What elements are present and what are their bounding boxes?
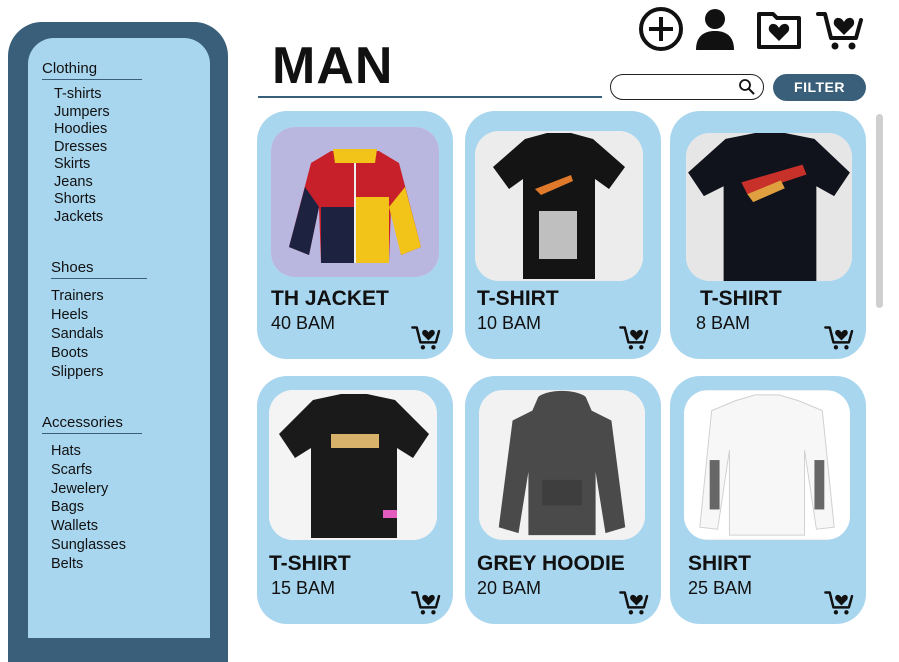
product-name: TH JACKET <box>271 287 389 310</box>
product-card[interactable]: GREY HOODIE 20 BAM <box>465 376 661 624</box>
product-name: SHIRT <box>688 552 751 575</box>
sidebar-item-boots[interactable]: Boots <box>51 344 104 363</box>
sidebar-item-bags[interactable]: Bags <box>51 498 126 517</box>
search-field[interactable] <box>610 74 764 100</box>
product-image-tshirt-liberty[interactable] <box>475 131 643 281</box>
favorites-folder-icon[interactable] <box>756 8 802 55</box>
product-card[interactable]: T-SHIRT 15 BAM <box>257 376 453 624</box>
sidebar-item-tshirts[interactable]: T-shirts <box>54 86 110 104</box>
product-price: 40 BAM <box>271 313 336 333</box>
sidebar-item-jackets[interactable]: Jackets <box>54 209 110 227</box>
product-name: T-SHIRT <box>269 552 351 575</box>
product-image-longsleeve-white[interactable] <box>684 390 850 540</box>
sidebar-item-dresses[interactable]: Dresses <box>54 139 110 157</box>
sidebar: Clothing T-shirts Jumpers Hoodies Dresse… <box>8 22 228 662</box>
add-to-cart-icon[interactable] <box>824 590 854 621</box>
sidebar-item-slippers[interactable]: Slippers <box>51 363 104 382</box>
sidebar-item-skirts[interactable]: Skirts <box>54 156 110 174</box>
top-toolbar <box>636 6 866 56</box>
product-price: 25 BAM <box>688 578 753 598</box>
product-price: 20 BAM <box>477 578 542 598</box>
page-title: MAN <box>272 37 394 95</box>
search-input[interactable] <box>621 78 735 98</box>
sidebar-item-jewelery[interactable]: Jewelery <box>51 480 126 499</box>
product-image-hoodie-grey[interactable] <box>479 390 645 540</box>
add-to-cart-icon[interactable] <box>411 325 441 356</box>
sidebar-item-sunglasses[interactable]: Sunglasses <box>51 536 126 555</box>
add-to-cart-icon[interactable] <box>824 325 854 356</box>
product-image-tshirt-graphic[interactable] <box>686 133 852 281</box>
add-to-cart-icon[interactable] <box>619 325 649 356</box>
sidebar-item-belts[interactable]: Belts <box>51 555 126 574</box>
sidebar-item-trainers[interactable]: Trainers <box>51 287 104 306</box>
title-divider <box>258 96 602 98</box>
add-to-cart-icon[interactable] <box>411 590 441 621</box>
sidebar-item-scarfs[interactable]: Scarfs <box>51 461 126 480</box>
category-title[interactable]: Clothing <box>42 60 142 80</box>
product-card[interactable]: SHIRT 25 BAM <box>670 376 866 624</box>
sidebar-item-shorts[interactable]: Shorts <box>54 191 110 209</box>
product-price: 10 BAM <box>477 313 542 333</box>
product-price: 8 BAM <box>696 313 751 333</box>
category-title[interactable]: Shoes <box>51 259 147 279</box>
add-to-cart-icon[interactable] <box>619 590 649 621</box>
product-name: T-SHIRT <box>477 287 559 310</box>
sidebar-item-heels[interactable]: Heels <box>51 306 104 325</box>
scrollbar[interactable] <box>876 114 883 308</box>
search-icon[interactable] <box>738 78 755 100</box>
user-icon[interactable] <box>692 6 738 57</box>
sidebar-item-hoodies[interactable]: Hoodies <box>54 121 110 139</box>
cart-icon[interactable] <box>816 10 864 57</box>
sidebar-item-hats[interactable]: Hats <box>51 442 126 461</box>
sidebar-item-wallets[interactable]: Wallets <box>51 517 126 536</box>
product-card[interactable]: T-SHIRT 8 BAM <box>670 111 866 359</box>
sidebar-panel: Clothing T-shirts Jumpers Hoodies Dresse… <box>28 38 210 638</box>
sidebar-item-jumpers[interactable]: Jumpers <box>54 104 110 122</box>
filter-button[interactable]: FILTER <box>773 74 866 101</box>
category-title[interactable]: Accessories <box>42 414 142 434</box>
product-card[interactable]: TH JACKET 40 BAM <box>257 111 453 359</box>
sidebar-item-sandals[interactable]: Sandals <box>51 325 104 344</box>
product-card[interactable]: T-SHIRT 10 BAM <box>465 111 661 359</box>
product-image-jacket[interactable] <box>271 127 439 277</box>
product-image-tshirt-black[interactable] <box>269 390 437 540</box>
sidebar-item-jeans[interactable]: Jeans <box>54 174 110 192</box>
product-name: T-SHIRT <box>700 287 782 310</box>
product-name: GREY HOODIE <box>477 552 625 575</box>
product-price: 15 BAM <box>271 578 336 598</box>
add-icon[interactable] <box>638 6 684 57</box>
